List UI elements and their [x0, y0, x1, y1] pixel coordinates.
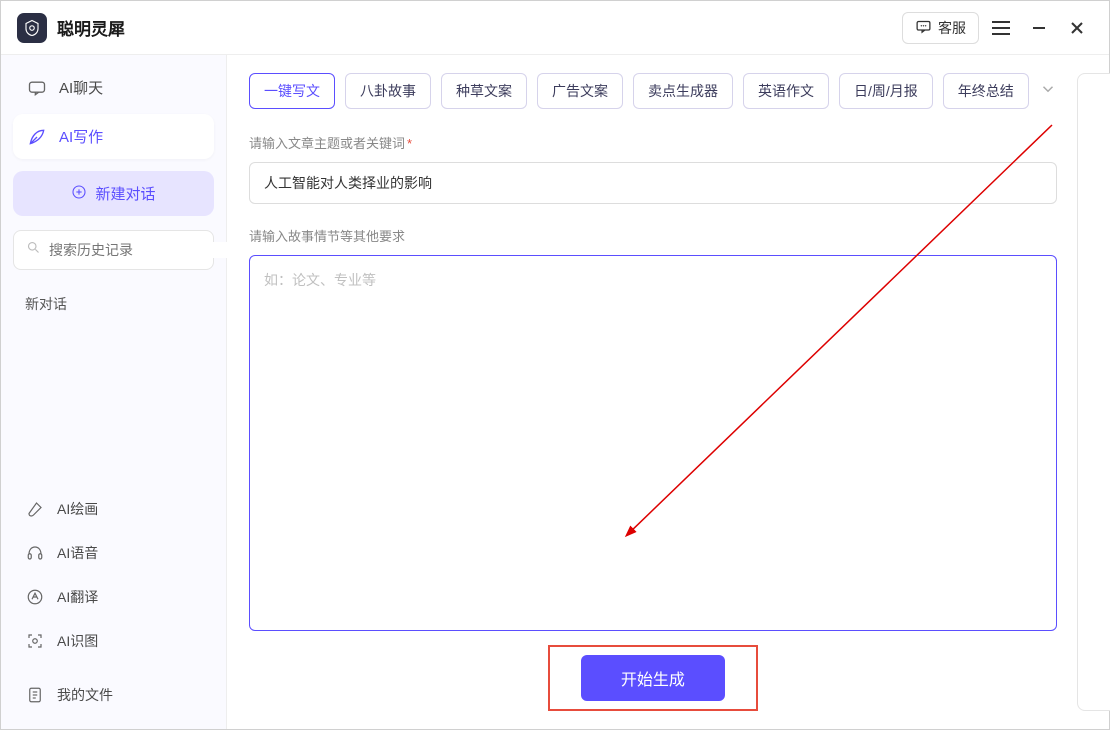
- close-button[interactable]: [1061, 12, 1093, 44]
- search-input[interactable]: [49, 242, 230, 258]
- sidebar-item-ocr[interactable]: AI识图: [13, 621, 214, 661]
- menu-icon: [992, 21, 1010, 35]
- sidebar-item-files[interactable]: 我的文件: [13, 675, 214, 715]
- history-item[interactable]: 新对话: [13, 284, 214, 324]
- sidebar-bottom: AI绘画 AI语音 AI翻译: [13, 489, 214, 719]
- sidebar-item-label: 我的文件: [57, 685, 113, 705]
- sidebar: AI聊天 AI写作 新建对话 新对话: [1, 55, 227, 729]
- brush-icon: [25, 499, 45, 519]
- output-panel: [1077, 73, 1110, 711]
- app-title: 聪明灵犀: [57, 15, 125, 40]
- tab-english[interactable]: 英语作文: [743, 73, 829, 109]
- chat-icon: [27, 78, 47, 98]
- sidebar-item-paint[interactable]: AI绘画: [13, 489, 214, 529]
- document-icon: [25, 685, 45, 705]
- sidebar-item-chat[interactable]: AI聊天: [13, 65, 214, 110]
- sidebar-item-voice[interactable]: AI语音: [13, 533, 214, 573]
- tabs-expand-button[interactable]: [1039, 80, 1057, 103]
- details-textarea[interactable]: [249, 255, 1057, 631]
- sidebar-item-label: AI语音: [57, 543, 98, 563]
- tab-seed[interactable]: 种草文案: [441, 73, 527, 109]
- sidebar-item-label: AI绘画: [57, 499, 98, 519]
- chat-bubble-icon: [915, 18, 932, 38]
- minimize-button[interactable]: [1023, 12, 1055, 44]
- image-scan-icon: [25, 631, 45, 651]
- sidebar-item-label: AI识图: [57, 631, 98, 651]
- new-chat-button[interactable]: 新建对话: [13, 171, 214, 216]
- titlebar: 聪明灵犀 客服: [1, 1, 1109, 55]
- form-panel: 一键写文 八卦故事 种草文案 广告文案 卖点生成器 英语作文 日/周/月报 年终…: [249, 73, 1057, 711]
- titlebar-right: 客服: [902, 12, 1093, 44]
- tabs-row: 一键写文 八卦故事 种草文案 广告文案 卖点生成器 英语作文 日/周/月报 年终…: [249, 73, 1057, 109]
- plus-icon: [71, 184, 87, 204]
- main-content: 一键写文 八卦故事 种草文案 广告文案 卖点生成器 英语作文 日/周/月报 年终…: [227, 55, 1110, 729]
- tab-sellpoint[interactable]: 卖点生成器: [633, 73, 733, 109]
- tab-yearend[interactable]: 年终总结: [943, 73, 1029, 109]
- app-body: AI聊天 AI写作 新建对话 新对话: [1, 55, 1109, 729]
- minimize-icon: [1031, 20, 1047, 36]
- topic-input[interactable]: [249, 162, 1057, 204]
- chevron-down-icon: [1039, 80, 1057, 98]
- support-button[interactable]: 客服: [902, 12, 979, 44]
- sidebar-item-label: AI聊天: [59, 77, 103, 98]
- submit-highlight-box: 开始生成: [548, 645, 758, 711]
- app-logo-icon: [17, 13, 47, 43]
- search-icon: [26, 240, 41, 260]
- tab-report[interactable]: 日/周/月报: [839, 73, 933, 109]
- close-icon: [1069, 20, 1085, 36]
- sidebar-item-write[interactable]: AI写作: [13, 114, 214, 159]
- details-label: 请输入故事情节等其他要求: [249, 226, 1057, 245]
- topic-label: 请输入文章主题或者关键词*: [249, 133, 1057, 152]
- sidebar-item-label: AI写作: [59, 126, 103, 147]
- tab-onekey[interactable]: 一键写文: [249, 73, 335, 109]
- titlebar-left: 聪明灵犀: [17, 13, 125, 43]
- tab-gossip[interactable]: 八卦故事: [345, 73, 431, 109]
- app-window: 聪明灵犀 客服 A: [0, 0, 1110, 730]
- new-chat-label: 新建对话: [95, 183, 155, 204]
- feather-icon: [27, 127, 47, 147]
- sidebar-item-translate[interactable]: AI翻译: [13, 577, 214, 617]
- search-box[interactable]: [13, 230, 214, 270]
- menu-button[interactable]: [985, 12, 1017, 44]
- translate-icon: [25, 587, 45, 607]
- sidebar-item-label: AI翻译: [57, 587, 98, 607]
- generate-button[interactable]: 开始生成: [581, 655, 725, 701]
- tab-ad[interactable]: 广告文案: [537, 73, 623, 109]
- headphone-icon: [25, 543, 45, 563]
- support-label: 客服: [938, 18, 966, 38]
